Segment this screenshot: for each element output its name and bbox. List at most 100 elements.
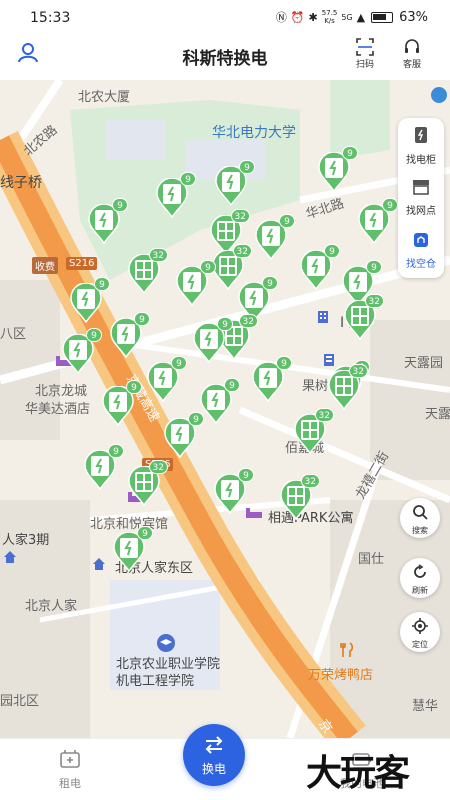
station-pin[interactable]: 9 [176,260,216,307]
battery-cabinet-icon [415,127,427,143]
search-button[interactable]: 搜索 [400,498,440,538]
station-count-badge: 9 [238,468,254,482]
station-count-badge: 32 [314,408,334,422]
refresh-button[interactable]: 刷新 [400,558,440,598]
station-pin[interactable]: 32 [280,474,320,521]
refresh-icon [414,564,426,578]
station-pin[interactable]: 9 [300,244,340,291]
station-pin[interactable]: 9 [62,328,102,375]
station-pin[interactable]: 9 [214,468,254,515]
locate-icon [412,618,428,634]
scan-icon [356,38,374,56]
label-huameida: 华美达酒店 [25,402,91,417]
nfc-icon: Ⓝ [275,11,287,24]
station-pin[interactable]: 9 [164,412,204,459]
battery-percent: 63% [399,9,428,25]
swap-battery-button[interactable]: 换电 [183,724,245,786]
station-count-badge: 9 [224,378,240,392]
scan-label: 扫码 [355,60,374,70]
station-count-badge: 9 [108,444,124,458]
station-count-badge: 9 [134,312,150,326]
label-agri-college: 北京农业职业学院机电工程学院 [116,657,221,689]
label-eight-district: 八区 [0,327,27,342]
tab-rent-label: 租电 [59,777,81,790]
locate-label: 定位 [412,640,428,649]
label-huijua: 慧华 [412,699,439,714]
net-speed: 57.5 K/s [322,9,338,25]
store-icon [413,180,429,195]
station-count-badge: 9 [217,317,233,331]
station-count-badge: 9 [94,277,110,291]
locate-button[interactable]: 定位 [400,612,440,652]
station-pin[interactable]: 9 [88,198,128,245]
station-count-badge: 32 [148,460,168,474]
map-view[interactable]: 北农大厦 北农路 华北电力大学 线子桥 华北路 收费 S216 八区 I 厦 北… [0,80,450,738]
station-pin[interactable]: 9 [318,146,358,193]
side-panel: 找电柜 找网点 找空仓 [398,118,444,278]
station-pin[interactable]: 32 [344,294,384,341]
station-pin[interactable]: 9 [113,526,153,573]
station-pin[interactable]: 32 [128,460,168,507]
station-pin[interactable]: 9 [84,444,124,491]
app-header: 科斯特换电 扫码 客服 [0,36,450,80]
station-pin[interactable]: 9 [255,214,295,261]
station-count-badge: 9 [137,526,153,540]
alarm-icon: ⏰ [290,10,305,24]
tab-rent[interactable]: 租电 [30,749,110,791]
station-pin[interactable]: 32 [128,248,168,295]
label-guozhuang: 果树 [302,379,329,394]
net-speed-value: 57.5 [321,9,338,17]
wifi-icon: ▲ [356,10,366,24]
station-pin[interactable]: 32 [328,364,368,411]
status-time: 15:33 [30,10,71,26]
station-count-badge: 32 [232,244,252,258]
station-pin[interactable]: 9 [147,356,187,403]
label-s216-a: S216 [66,257,98,270]
station-pin[interactable]: 9 [102,380,142,427]
station-count-badge: 9 [86,328,102,342]
label-tianlu-b: 天露 [425,407,450,422]
find-outlet-label: 找网点 [406,206,436,217]
label-bridge: 线子桥 [0,175,42,191]
station-count-badge: 9 [262,276,278,290]
station-pin[interactable]: 9 [252,356,292,403]
station-count-badge: 32 [364,294,384,308]
swap-label: 换电 [201,762,226,776]
station-count-badge: 32 [300,474,320,488]
office-icon [324,354,334,366]
station-pin[interactable]: 9 [70,277,110,324]
station-count-badge: 9 [239,160,255,174]
station-count-badge: 9 [276,356,292,370]
find-cabinet-button[interactable]: 找电柜 [398,118,444,171]
find-empty-bin-button[interactable]: 找空仓 [398,224,444,277]
station-pin[interactable]: 9 [215,160,255,207]
station-count-badge: 9 [180,172,196,186]
search-label: 搜索 [412,526,428,535]
scan-button[interactable]: 扫码 [350,38,380,70]
page-title: 科斯特换电 [182,49,268,69]
service-button[interactable]: 客服 [397,38,427,70]
station-pin[interactable]: 32 [294,408,334,455]
school-icon [157,634,175,652]
find-cabinet-label: 找电柜 [406,155,436,166]
status-bar: 15:33 Ⓝ ⏰ ✱ 57.5 K/s 5G ▲ 63% [0,0,450,36]
empty-bin-icon [414,233,428,247]
station-count-badge: 9 [171,356,187,370]
station-count-badge: 32 [230,209,250,223]
label-renjia: 北京人家 [25,599,78,614]
house-icon [93,558,105,570]
station-count-badge: 9 [200,260,216,274]
station-pin[interactable]: 9 [200,378,240,425]
station-pin[interactable]: 9 [193,317,233,364]
station-count-badge: 9 [324,244,340,258]
label-wanrong: 万荣烤鸭店 [308,668,374,683]
hotel-icon [246,508,262,518]
find-outlet-button[interactable]: 找网点 [398,171,444,224]
station-pin[interactable]: 9 [358,198,398,245]
swap-icon [205,736,223,754]
station-pin[interactable]: 9 [110,312,150,359]
station-pin[interactable]: 9 [156,172,196,219]
label-guoshi: 国仕 [358,552,385,567]
rent-battery-icon [60,750,80,768]
station-count-badge: 9 [112,198,128,212]
